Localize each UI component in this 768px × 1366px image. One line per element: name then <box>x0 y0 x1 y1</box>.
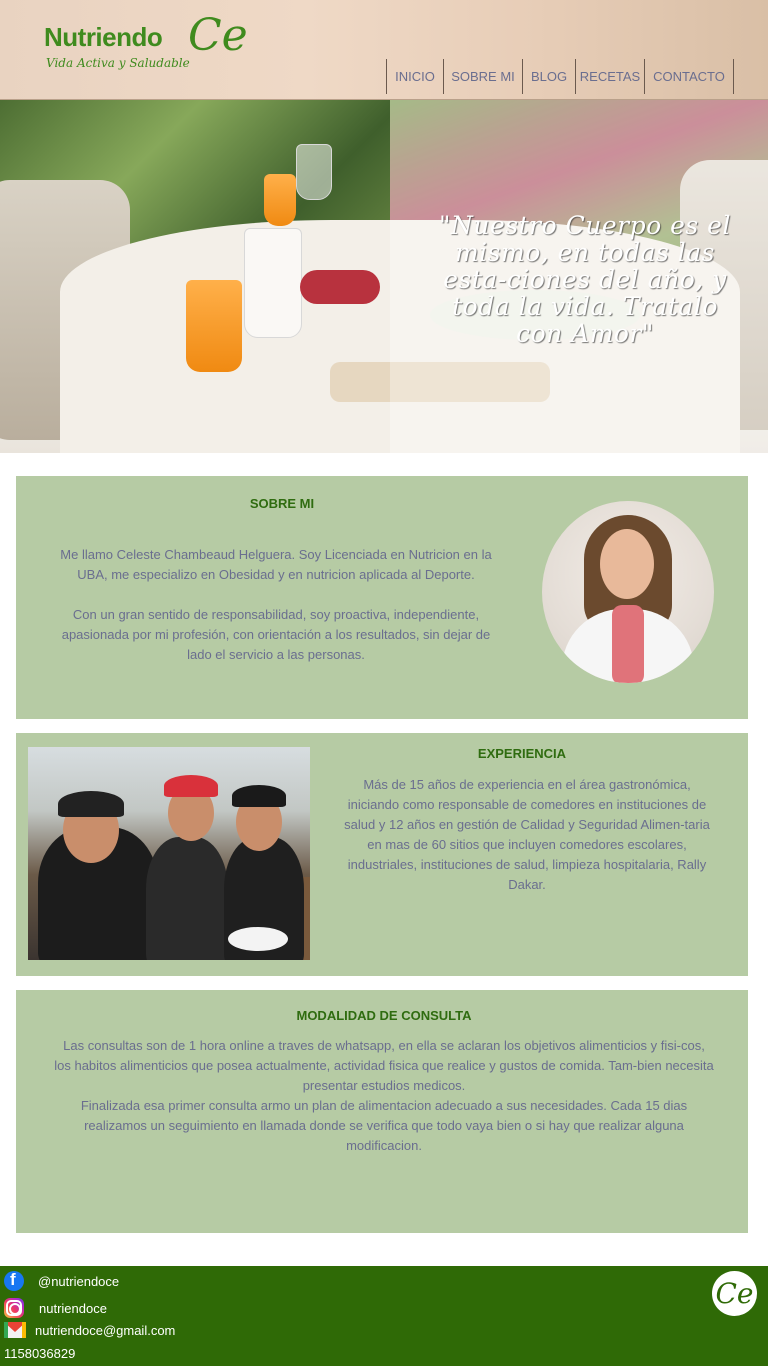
site-logo[interactable]: Nutriendo Ce Vida Activa y Saludable <box>44 10 248 78</box>
salami-plate <box>300 270 380 304</box>
experience-title: EXPERIENCIA <box>477 746 567 761</box>
instagram-link[interactable]: nutriendoce <box>4 1298 107 1318</box>
gmail-icon <box>4 1322 26 1338</box>
main-nav: INICIO SOBRE MI BLOG RECETAS CONTACTO <box>386 59 734 94</box>
email-link[interactable]: nutriendoce@gmail.com <box>4 1322 175 1338</box>
facebook-handle: @nutriendoce <box>38 1273 120 1289</box>
email-address: nutriendoce@gmail.com <box>35 1322 176 1338</box>
consultation-section: MODALIDAD DE CONSULTA Las consultas son … <box>16 990 748 1233</box>
footer-logo[interactable]: Ce <box>712 1271 757 1316</box>
facebook-icon <box>4 1270 24 1291</box>
about-title: SOBRE MI <box>249 496 315 511</box>
about-section: SOBRE MI Me llamo Celeste Chambeaud Helg… <box>16 476 748 719</box>
facebook-link[interactable]: @nutriendoce <box>4 1270 120 1291</box>
water-glass <box>244 228 302 338</box>
nav-contacto[interactable]: CONTACTO <box>644 59 734 94</box>
phone-number: 1158036829 <box>4 1346 76 1361</box>
juice-glass <box>186 280 242 372</box>
footer-logo-text: Ce <box>715 1277 754 1310</box>
experience-section: EXPERIENCIA Más de 15 años de experienci… <box>16 733 748 976</box>
consultation-paragraph-1: Las consultas son de 1 hora online a tra… <box>54 1038 714 1093</box>
nav-recetas[interactable]: RECETAS <box>575 59 644 94</box>
logo-tagline: Vida Activa y Saludable <box>46 56 190 70</box>
experience-text: Más de 15 años de experiencia en el área… <box>344 777 710 892</box>
instagram-icon <box>4 1298 24 1318</box>
instagram-handle: nutriendoce <box>39 1300 107 1316</box>
logo-wordmark: Nutriendo <box>44 22 163 52</box>
juice-glass-small <box>264 174 296 226</box>
hero-quote: "Nuestro Cuerpo es el mismo, en todas la… <box>439 211 731 348</box>
hero-banner: "Nuestro Cuerpo es el mismo, en todas la… <box>0 100 768 453</box>
site-footer: @nutriendoce nutriendoce nutriendoce@gma… <box>0 1266 768 1366</box>
about-paragraph-1: Me llamo Celeste Chambeaud Helguera. Soy… <box>60 547 492 582</box>
logo-ce: Ce <box>188 10 248 61</box>
consultation-paragraph-2: Finalizada esa primer consulta armo un p… <box>80 1098 688 1153</box>
nav-inicio[interactable]: INICIO <box>386 59 443 94</box>
profile-photo <box>542 501 714 683</box>
consultation-title: MODALIDAD DE CONSULTA <box>296 1008 472 1023</box>
site-header: Nutriendo Ce Vida Activa y Saludable INI… <box>0 0 768 100</box>
wine-glass <box>296 144 332 200</box>
about-paragraph-2: Con un gran sentido de responsabilidad, … <box>61 607 491 662</box>
nav-sobre-mi[interactable]: SOBRE MI <box>443 59 522 94</box>
nav-blog[interactable]: BLOG <box>522 59 575 94</box>
rally-team-photo <box>28 747 310 960</box>
